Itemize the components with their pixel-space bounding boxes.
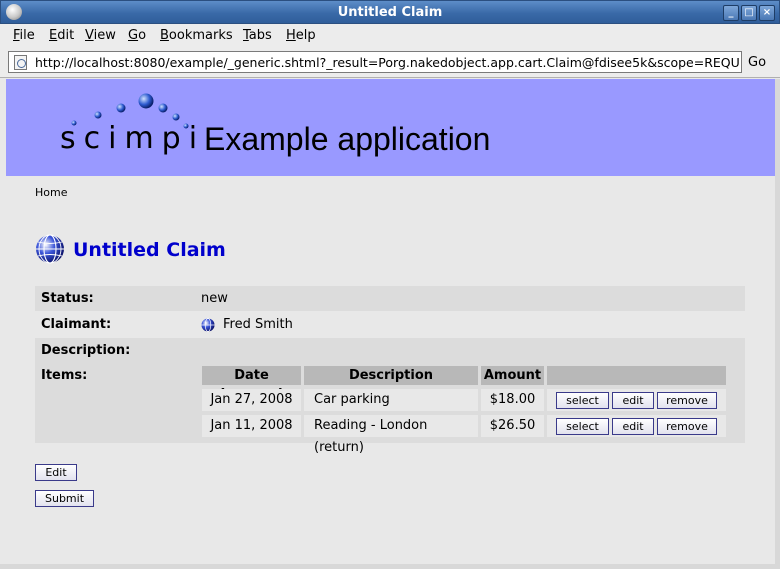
column-header-description: Description bbox=[304, 366, 478, 385]
description-label: Description: bbox=[41, 343, 131, 358]
page-content: scimpi Example application Home Untitled… bbox=[6, 79, 775, 564]
items-label: Items: bbox=[41, 368, 88, 383]
menu-edit[interactable]: Edit bbox=[49, 28, 74, 43]
table-cell-description: Car parking bbox=[304, 389, 478, 411]
window-frame-right bbox=[775, 79, 780, 569]
page-title: Untitled Claim bbox=[73, 239, 226, 261]
submit-button[interactable]: Submit bbox=[35, 490, 94, 507]
minimize-icon[interactable]: _ bbox=[723, 5, 739, 21]
table-cell-description: Reading - London (return) bbox=[304, 415, 478, 455]
menu-bar: File Edit View Go Bookmarks Tabs Help bbox=[0, 24, 780, 46]
menu-view[interactable]: View bbox=[85, 28, 116, 43]
edit-item-button[interactable]: edit bbox=[612, 392, 654, 409]
menu-go[interactable]: Go bbox=[128, 28, 146, 43]
claimant-label: Claimant: bbox=[41, 317, 112, 332]
remove-button[interactable]: remove bbox=[657, 418, 717, 435]
claim-globe-icon bbox=[36, 234, 64, 264]
go-button[interactable]: Go bbox=[748, 55, 766, 70]
menu-help[interactable]: Help bbox=[286, 28, 316, 43]
menu-bookmarks[interactable]: Bookmarks bbox=[160, 28, 233, 43]
select-button[interactable]: select bbox=[556, 418, 609, 435]
status-row: Status: new bbox=[35, 286, 745, 311]
banner: scimpi Example application bbox=[6, 79, 775, 176]
maximize-icon[interactable]: □ bbox=[741, 5, 757, 21]
claimant-globe-icon[interactable] bbox=[201, 318, 215, 332]
window-frame-bottom bbox=[0, 564, 780, 569]
claimant-link[interactable]: Fred Smith bbox=[223, 317, 293, 332]
window-title: Untitled Claim bbox=[337, 5, 443, 20]
table-cell-date: Jan 11, 2008 bbox=[202, 415, 301, 437]
window-title-bar: Untitled Claim _ □ × bbox=[0, 0, 780, 24]
claimant-row: Claimant: Fred Smith bbox=[35, 312, 745, 337]
address-toolbar: Go bbox=[0, 46, 780, 78]
table-cell-amount: $18.00 bbox=[481, 389, 544, 411]
remove-button[interactable]: remove bbox=[657, 392, 717, 409]
table-cell-amount: $26.50 bbox=[481, 415, 544, 437]
table-cell-date: Jan 27, 2008 bbox=[202, 389, 301, 411]
app-title: Example application bbox=[204, 121, 491, 157]
menu-file[interactable]: File bbox=[13, 28, 35, 43]
page-icon bbox=[14, 55, 27, 70]
edit-button[interactable]: Edit bbox=[35, 464, 77, 481]
status-label: Status: bbox=[41, 291, 94, 306]
url-input[interactable] bbox=[35, 54, 740, 70]
select-button[interactable]: select bbox=[556, 392, 609, 409]
column-header-amount: Amount bbox=[481, 366, 544, 385]
close-icon[interactable]: × bbox=[759, 5, 775, 21]
url-box[interactable] bbox=[8, 51, 742, 73]
breadcrumb-home[interactable]: Home bbox=[35, 186, 67, 199]
column-header-actions bbox=[547, 366, 726, 385]
menu-tabs[interactable]: Tabs bbox=[243, 28, 272, 43]
status-value: new bbox=[201, 291, 228, 306]
description-row: Description: bbox=[35, 338, 745, 363]
column-header-date: Date Incurred bbox=[202, 366, 301, 402]
logo-text: scimpi bbox=[60, 121, 206, 156]
edit-item-button[interactable]: edit bbox=[612, 418, 654, 435]
